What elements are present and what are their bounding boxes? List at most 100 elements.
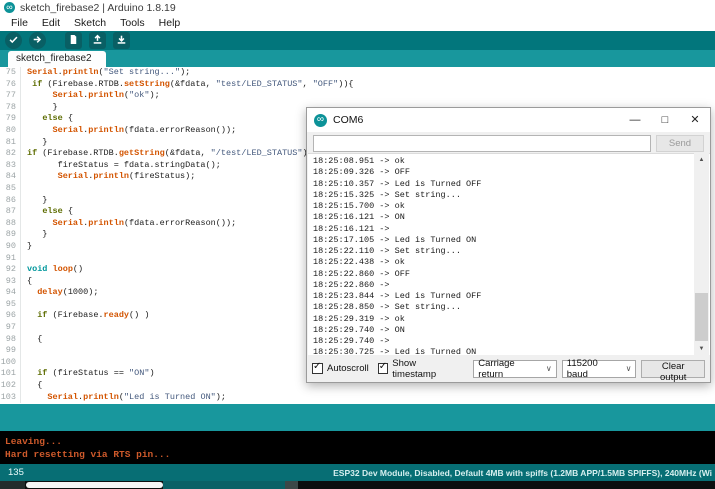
line-number: 79 [0, 113, 21, 125]
open-button[interactable] [89, 32, 106, 49]
arduino-icon: ∞ [314, 113, 327, 127]
line-number: 94 [0, 287, 21, 299]
serial-scrollbar[interactable]: ▲ ▼ [694, 153, 709, 357]
line-number: 86 [0, 194, 21, 207]
maximize-icon[interactable]: □ [650, 108, 680, 132]
line-number: 84 [0, 171, 21, 183]
code-text: if (Firebase.RTDB.getString(&fdata, "/te… [27, 148, 323, 159]
serial-log-line: 18:25:22.860 -> [313, 279, 390, 290]
status-bar: 135 ESP32 Dev Module, Disabled, Default … [0, 464, 715, 481]
code-text: } [27, 194, 48, 205]
line-ending-select[interactable]: Carriage return ∨ [473, 358, 557, 380]
serial-monitor-window: ∞ COM6 — □ ✕ Send 18:25:08.951 -> ok 18:2… [306, 107, 711, 383]
titlebar: ∞ sketch_firebase2 | Arduino 1.8.19 [0, 0, 715, 15]
line-number: 93 [0, 275, 21, 288]
line-number: 89 [0, 229, 21, 241]
line-number: 80 [0, 124, 21, 137]
menu-help[interactable]: Help [152, 17, 188, 29]
baud-rate-value: 115200 baud [566, 357, 598, 380]
arduino-ide-window: ∞ sketch_firebase2 | Arduino 1.8.19 File… [0, 0, 715, 489]
arrow-up-icon [92, 32, 103, 50]
code-text: { [27, 275, 33, 286]
verify-button[interactable] [5, 32, 22, 49]
send-button[interactable]: Send [656, 135, 704, 152]
serial-log-line: 18:25:17.105 -> Led is Turned ON [313, 234, 477, 245]
clear-output-button[interactable]: Clear output [641, 359, 705, 383]
horizontal-scrollbar[interactable] [0, 481, 715, 489]
show-timestamp-label: Show timestamp [392, 357, 437, 380]
code-line: 75 Serial.println("Set string..."); [0, 67, 715, 79]
baud-rate-select[interactable]: 115200 baud ∨ [561, 357, 637, 380]
arrow-down-icon [116, 32, 127, 50]
autoscroll-label: Autoscroll [327, 363, 369, 374]
code-text: if (fireStatus == "ON") [37, 368, 155, 379]
cursor-line-indicator: 135 [8, 467, 24, 478]
code-line: 76 if (Firebase.RTDB.setString(&fdata, "… [0, 78, 715, 91]
line-number: 90 [0, 240, 21, 253]
chevron-down-icon: ∨ [625, 364, 632, 373]
scrollbar-corner [0, 481, 25, 489]
menu-tools[interactable]: Tools [113, 17, 152, 29]
save-button[interactable] [113, 32, 130, 49]
line-number: 76 [0, 78, 21, 91]
serial-title: COM6 [333, 114, 364, 126]
menu-edit[interactable]: Edit [35, 17, 67, 29]
menu-sketch[interactable]: Sketch [67, 17, 113, 29]
code-text: Serial.println("Set string..."); [27, 67, 191, 77]
arduino-logo-icon: ∞ [4, 2, 15, 13]
line-number: 100 [0, 356, 21, 369]
serial-log-line: 18:25:09.326 -> OFF [313, 167, 410, 178]
arrow-right-icon [32, 32, 43, 50]
window-title: sketch_firebase2 | Arduino 1.8.19 [20, 1, 176, 14]
code-text: void loop() [27, 264, 84, 275]
upload-button[interactable] [29, 32, 46, 49]
line-number: 87 [0, 206, 21, 218]
console-line: Hard resetting via RTS pin... [5, 449, 171, 460]
code-text: else { [42, 113, 73, 124]
code-text: if (Firebase.ready() ) [37, 310, 150, 321]
line-number: 103 [0, 391, 21, 404]
serial-log-line: 18:25:29.740 -> [313, 336, 390, 346]
code-text: } [27, 240, 33, 251]
code-text: { [27, 380, 43, 391]
code-text: } [27, 136, 48, 147]
scroll-up-icon[interactable]: ▲ [694, 153, 709, 168]
check-icon: ✓ [378, 361, 388, 372]
line-number: 97 [0, 322, 21, 334]
serial-log-line: 18:25:23.844 -> Led is Turned OFF [313, 291, 482, 301]
line-number: 77 [0, 90, 21, 102]
menubar: File Edit Sketch Tools Help [0, 15, 715, 31]
tab-sketch-firebase2[interactable]: sketch_firebase2 [8, 51, 106, 67]
scrollbar-track-end [285, 481, 298, 489]
line-number: 99 [0, 345, 21, 357]
code-text: delay(1000); [37, 287, 99, 298]
checkbox-icon: ✓ [312, 361, 323, 374]
tabstrip: sketch_firebase2 [0, 50, 715, 67]
serial-log-line: 18:25:28.850 -> Set string... [313, 302, 461, 313]
document-icon [68, 32, 79, 50]
menu-file[interactable]: File [4, 17, 35, 29]
line-number: 92 [0, 264, 21, 276]
serial-log-line: 18:25:29.319 -> ok [313, 313, 405, 324]
serial-output[interactable]: 18:25:08.951 -> ok 18:25:09.326 -> OFF 18:… [308, 153, 710, 357]
new-button[interactable] [65, 32, 82, 49]
serial-scrollbar-thumb[interactable] [695, 293, 708, 341]
scrollbar-thumb[interactable] [26, 482, 163, 488]
code-text: } [27, 229, 48, 240]
code-text: fireStatus = fdata.stringData(); [27, 159, 221, 170]
console-line: Leaving... [5, 436, 63, 447]
line-number: 96 [0, 310, 21, 323]
minimize-icon[interactable]: — [620, 108, 650, 132]
line-number: 81 [0, 136, 21, 149]
line-number: 102 [0, 380, 21, 392]
autoscroll-checkbox[interactable]: ✓ Autoscroll [312, 361, 369, 374]
show-timestamp-checkbox[interactable]: ✓ Show timestamp [377, 357, 460, 380]
serial-input[interactable] [313, 135, 651, 152]
serial-titlebar[interactable]: ∞ COM6 — □ ✕ [307, 108, 710, 132]
serial-log-line: 18:25:22.860 -> OFF [313, 268, 410, 279]
line-number: 75 [0, 67, 21, 79]
serial-controls-bar: ✓ Autoscroll ✓ Show timestamp Carriage r… [307, 355, 710, 383]
close-icon[interactable]: ✕ [680, 108, 710, 132]
serial-log-line: 18:25:22.438 -> ok [313, 257, 405, 268]
line-number: 91 [0, 252, 21, 265]
